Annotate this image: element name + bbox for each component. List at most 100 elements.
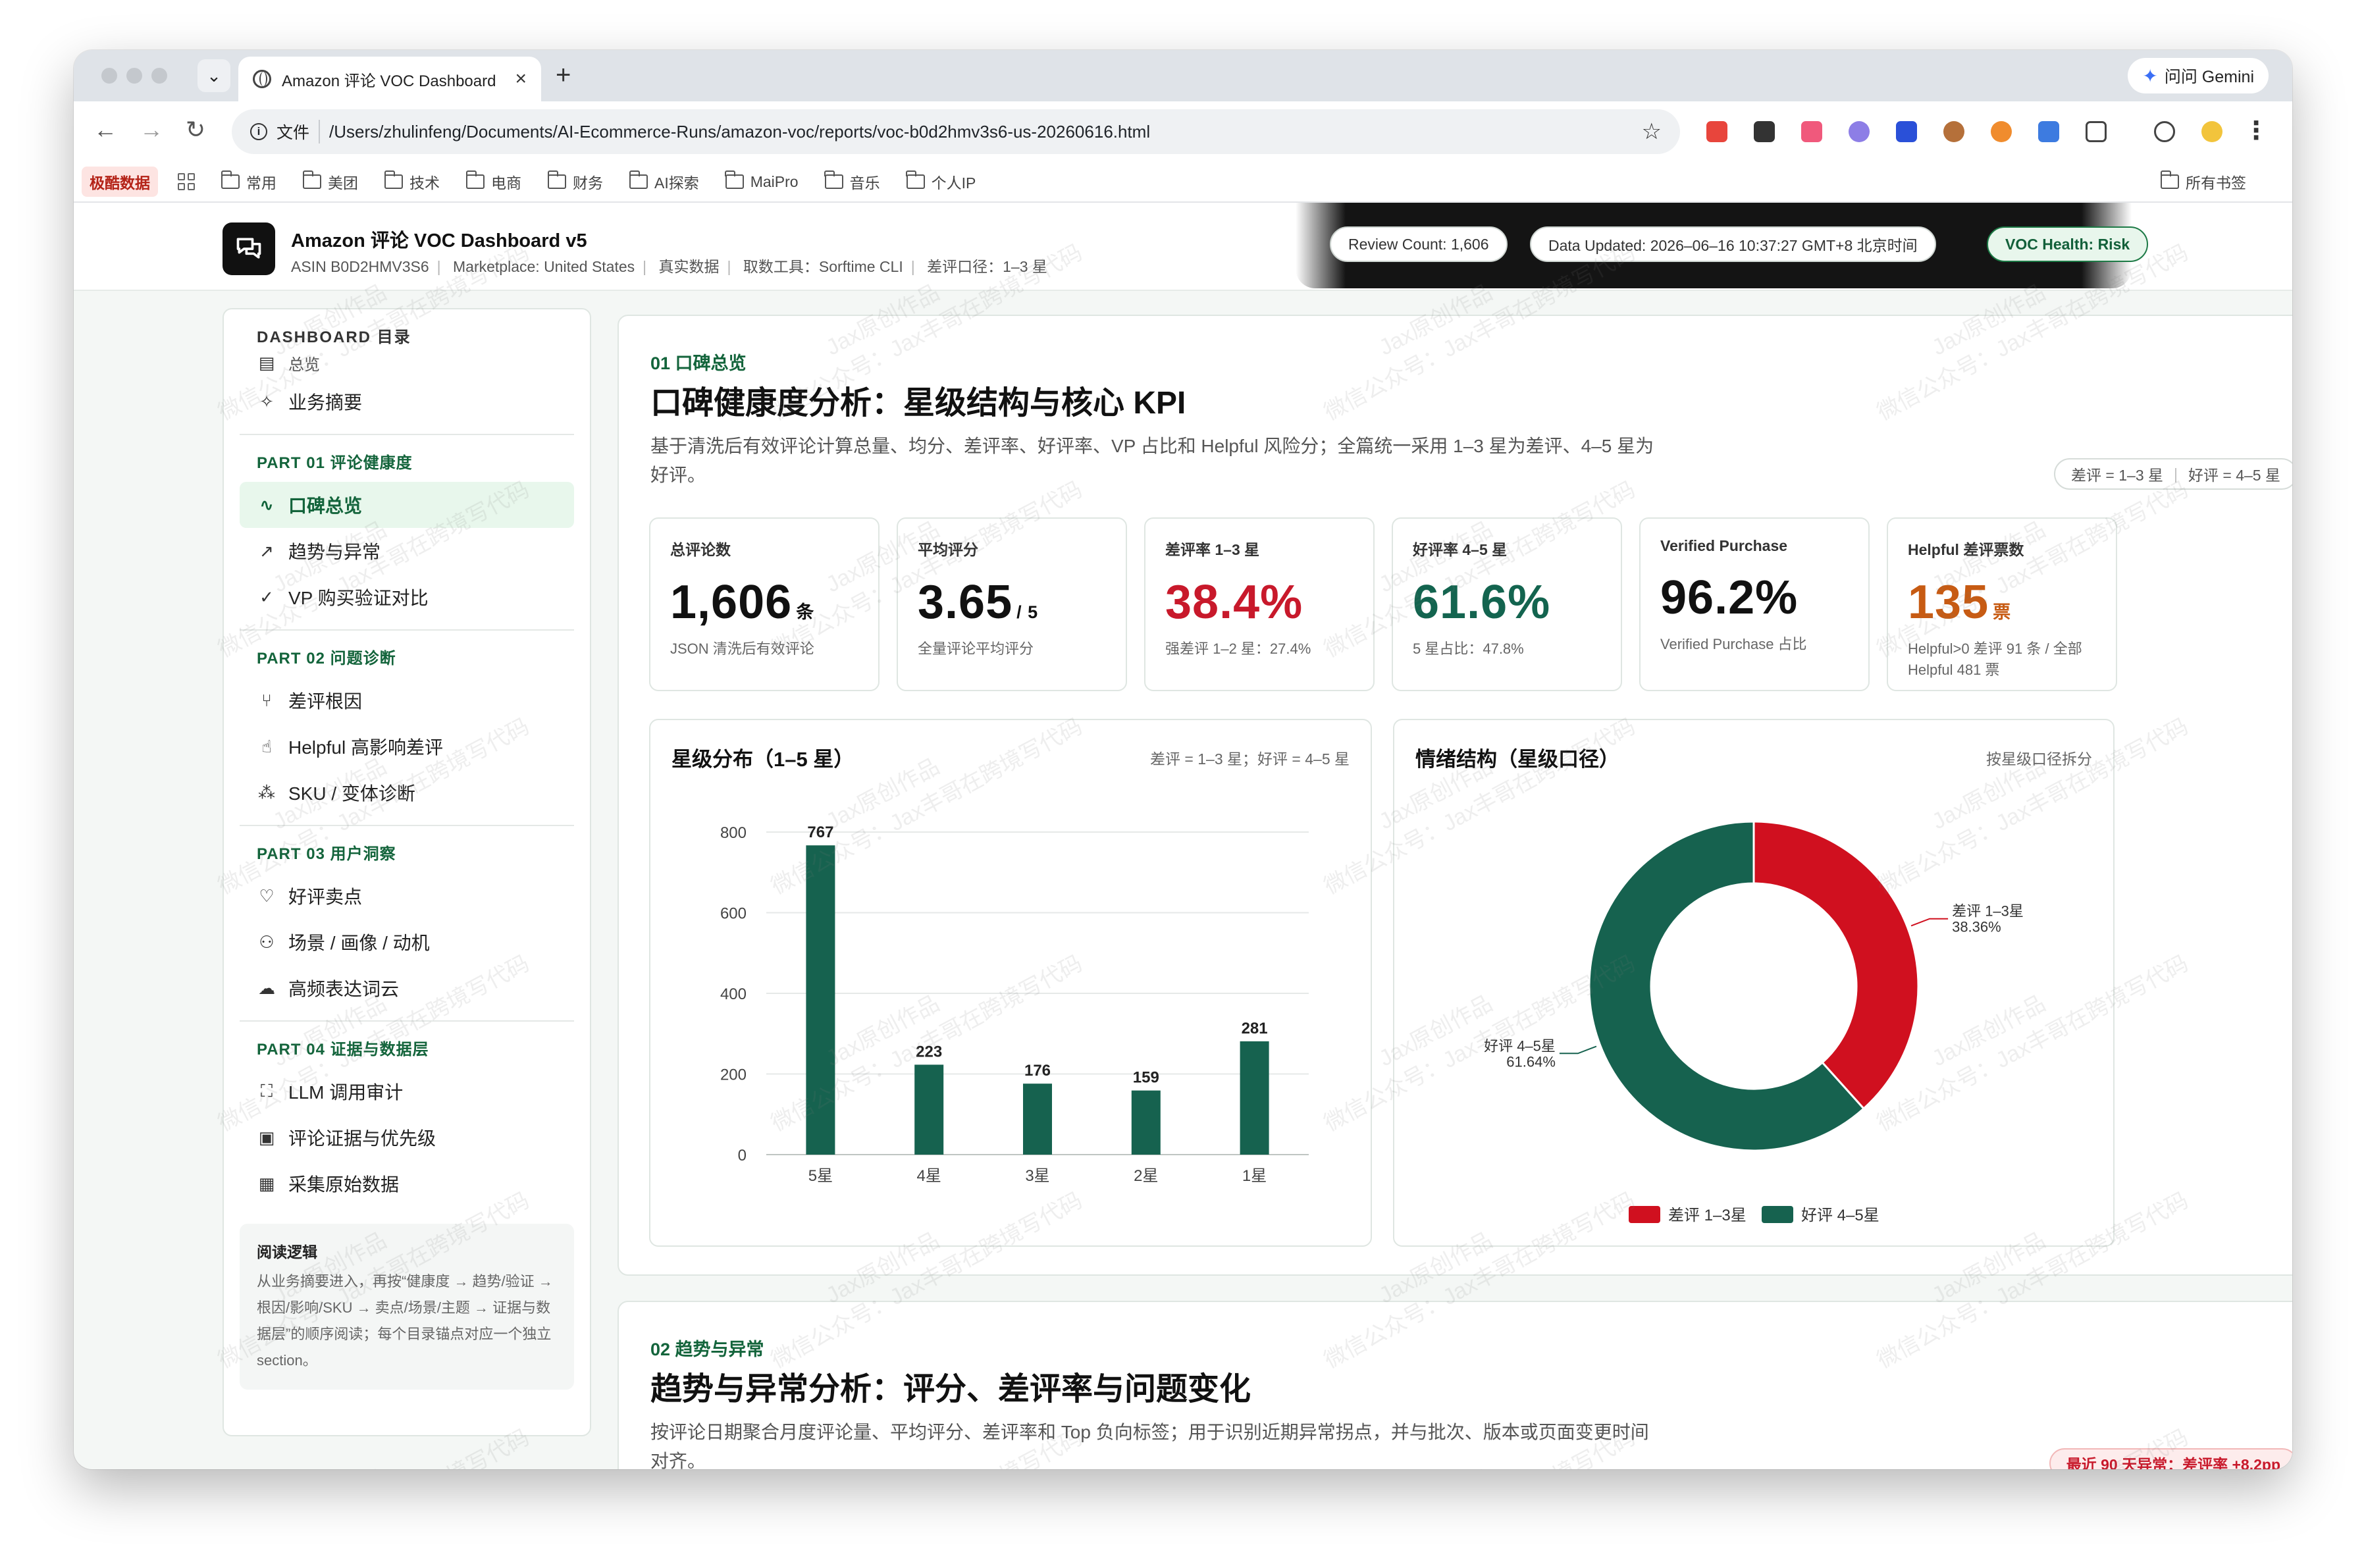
sidebar-item-word-cloud[interactable]: ☁ 高频表达词云 xyxy=(240,965,574,1011)
sidebar-item-helpful[interactable]: ☝ Helpful 高影响差评 xyxy=(240,723,574,770)
new-tab-button[interactable]: + xyxy=(556,61,571,90)
sentiment-donut-chart: 差评 1–3星38.36%好评 4–5星61.64%差评 1–3星 好评 4–5星 xyxy=(1484,820,2024,1224)
extension-cookie-icon[interactable] xyxy=(1943,121,1964,142)
sidebar-item-summary[interactable]: ✧ 业务摘要 xyxy=(240,379,574,425)
sidebar-part-title: PART 01 评论健康度 xyxy=(257,454,413,472)
sidebar-item-scenes[interactable]: ⚇ 场景 / 画像 / 动机 xyxy=(240,919,574,965)
bar xyxy=(914,1064,944,1155)
donut-slice xyxy=(1752,820,1920,1111)
extension-shop-icon[interactable] xyxy=(1754,121,1775,142)
legend-label: 好评 4–5星 xyxy=(1801,1207,1880,1224)
bookmark-folder[interactable]: AI探索 xyxy=(629,170,699,193)
sidebar-item-overview[interactable]: ▤ 总览 xyxy=(240,347,574,379)
bar xyxy=(1023,1084,1052,1155)
sidebar-item-reputation[interactable]: ∿ 口碑总览 xyxy=(240,482,574,528)
extension-s-icon[interactable] xyxy=(1991,121,2012,142)
tab-title: Amazon 评论 VOC Dashboard xyxy=(282,72,496,90)
close-tab-icon[interactable]: × xyxy=(515,68,527,90)
bar-value-label: 159 xyxy=(1133,1069,1159,1087)
section-description: 基于清洗后有效评论计算总量、均分、差评率、好评率、VP 占比和 Helpful … xyxy=(650,436,1654,485)
sidebar-item-vp[interactable]: ✓ VP 购买验证对比 xyxy=(240,574,574,620)
apps-grid-icon[interactable] xyxy=(178,173,195,190)
active-tab[interactable]: Amazon 评论 VOC Dashboard × xyxy=(238,57,541,101)
menu-kebab-icon[interactable]: ⋮ xyxy=(2244,116,2269,145)
tab-strip: ⌄ Amazon 评论 VOC Dashboard × + ✦ 问问 Gemin… xyxy=(74,50,2292,101)
bar-value-label: 281 xyxy=(1242,1020,1268,1037)
bookmark-folder[interactable]: 美团 xyxy=(302,170,358,193)
sidebar-item-llm-audit[interactable]: ⛶ LLM 调用审计 xyxy=(240,1068,574,1114)
bookmark-folder[interactable]: MaiPro xyxy=(725,170,799,191)
extension-translate-icon[interactable] xyxy=(1801,121,1822,142)
kpi-value: 61.6% xyxy=(1413,576,1551,629)
sidebar-item-sku[interactable]: ⁂ SKU / 变体诊断 xyxy=(240,770,574,816)
cloud-icon: ☁ xyxy=(258,978,275,998)
forward-arrow-icon[interactable]: → xyxy=(140,116,163,144)
section-title: 口碑健康度分析：星级结构与核心 KPI xyxy=(650,386,1186,421)
folder-icon xyxy=(725,170,744,189)
sidebar-divider xyxy=(240,825,574,826)
slice-name-label: 好评 4–5星 xyxy=(1484,1037,1556,1054)
extension-pdf-icon[interactable] xyxy=(1706,121,1727,142)
extension-book-icon[interactable] xyxy=(2038,121,2059,142)
rating-definition-pill: 差评 = 1–3 星 | 好评 = 4–5 星 xyxy=(2054,458,2292,490)
bar-value-label: 176 xyxy=(1024,1062,1051,1080)
address-bar[interactable]: i 文件 /Users/zhulinfeng/Documents/AI-Ecom… xyxy=(232,109,1680,154)
sidebar-item-evidence[interactable]: ▣ 评论证据与优先级 xyxy=(240,1114,574,1161)
boxes-icon: ⁂ xyxy=(258,782,275,802)
extensions-puzzle-icon[interactable] xyxy=(2086,121,2107,142)
kpi-card-negative-rate: 差评率 1–3 星 38.4% 强差评 1–2 星：27.4% xyxy=(1144,517,1375,691)
url-text[interactable]: /Users/zhulinfeng/Documents/AI-Ecommerce… xyxy=(329,122,1633,142)
legend-swatch xyxy=(1762,1206,1793,1223)
back-arrow-icon[interactable]: ← xyxy=(93,116,117,144)
bookmark-folder[interactable]: 个人IP xyxy=(906,170,976,193)
info-icon[interactable]: i xyxy=(250,123,267,140)
folder-icon xyxy=(906,170,925,189)
folder-icon xyxy=(629,170,648,189)
profile-avatar-icon[interactable] xyxy=(2201,121,2222,142)
review-count-pill: Review Count: 1,606 xyxy=(1330,226,1508,262)
dashboard-sidebar: DASHBOARD 目录 ▤ 总览 ✧ 业务摘要 PART 01 评论健康度 ∿… xyxy=(223,308,591,1436)
close-window-button[interactable] xyxy=(101,68,117,84)
extension-wave-icon[interactable] xyxy=(1849,121,1870,142)
y-tick-label: 0 xyxy=(738,1147,747,1164)
x-tick-label: 5星 xyxy=(808,1167,833,1185)
section-description: 按评论日期聚合月度评论量、平均评分、差评率和 Top 负向标签；用于识别近期异常… xyxy=(650,1422,1649,1469)
sidebar-item-selling-points[interactable]: ♡ 好评卖点 xyxy=(240,873,574,919)
slice-value-label: 38.36% xyxy=(1952,919,2001,935)
gemini-button[interactable]: ✦ 问问 Gemini xyxy=(2128,58,2269,93)
bookmark-folder[interactable]: 技术 xyxy=(384,170,440,193)
bar xyxy=(1240,1041,1269,1155)
sidebar-divider xyxy=(240,434,574,435)
sidebar-part-title: PART 04 证据与数据层 xyxy=(257,1041,429,1058)
data-updated-pill: Data Updated: 2026–06–16 10:37:27 GMT+8 … xyxy=(1530,226,1936,262)
bookmark-folder[interactable]: 音乐 xyxy=(824,170,880,193)
sidebar-item-raw-data[interactable]: ▦ 采集原始数据 xyxy=(240,1161,574,1207)
bookmark-star-icon[interactable]: ☆ xyxy=(1642,118,1662,145)
bar xyxy=(806,845,835,1155)
sidebar-item-trend[interactable]: ↗ 趋势与异常 xyxy=(240,528,574,574)
section-number: 01 口碑总览 xyxy=(650,353,747,373)
sidebar-title: DASHBOARD 目录 xyxy=(257,328,411,346)
folder-icon xyxy=(221,170,240,189)
bookmark-jiku[interactable]: 极酷数据 xyxy=(82,167,158,197)
tab-search-button[interactable]: ⌄ xyxy=(197,59,230,92)
sidebar-part-title: PART 03 用户洞察 xyxy=(257,845,396,863)
zoom-window-button[interactable] xyxy=(151,68,167,84)
minimize-window-button[interactable] xyxy=(126,68,142,84)
bookmark-folder[interactable]: 财务 xyxy=(547,170,603,193)
kpi-value: 3.65 xyxy=(918,576,1013,629)
globe-icon xyxy=(253,70,271,88)
bookmark-folder[interactable]: 常用 xyxy=(221,170,276,193)
dashboard-title: Amazon 评论 VOC Dashboard v5 xyxy=(291,230,587,251)
all-bookmarks-folder[interactable]: 所有书签 xyxy=(2160,170,2246,193)
history-icon[interactable] xyxy=(2154,121,2175,142)
reload-icon[interactable]: ↻ xyxy=(186,116,205,144)
check-circle-icon: ✓ xyxy=(259,587,274,607)
kpi-value: 96.2% xyxy=(1660,571,1799,624)
section-number: 02 趋势与异常 xyxy=(650,1340,764,1359)
bookmark-folder[interactable]: 电商 xyxy=(465,170,521,193)
extension-blue-icon[interactable] xyxy=(1896,121,1917,142)
chevron-down-icon: ⌄ xyxy=(207,65,221,86)
reading-logic-box: 阅读逻辑 从业务摘要进入，再按“健康度 → 趋势/验证 → 根因/影响/SKU … xyxy=(240,1224,574,1390)
sidebar-item-root-cause[interactable]: ⑂ 差评根因 xyxy=(240,677,574,723)
